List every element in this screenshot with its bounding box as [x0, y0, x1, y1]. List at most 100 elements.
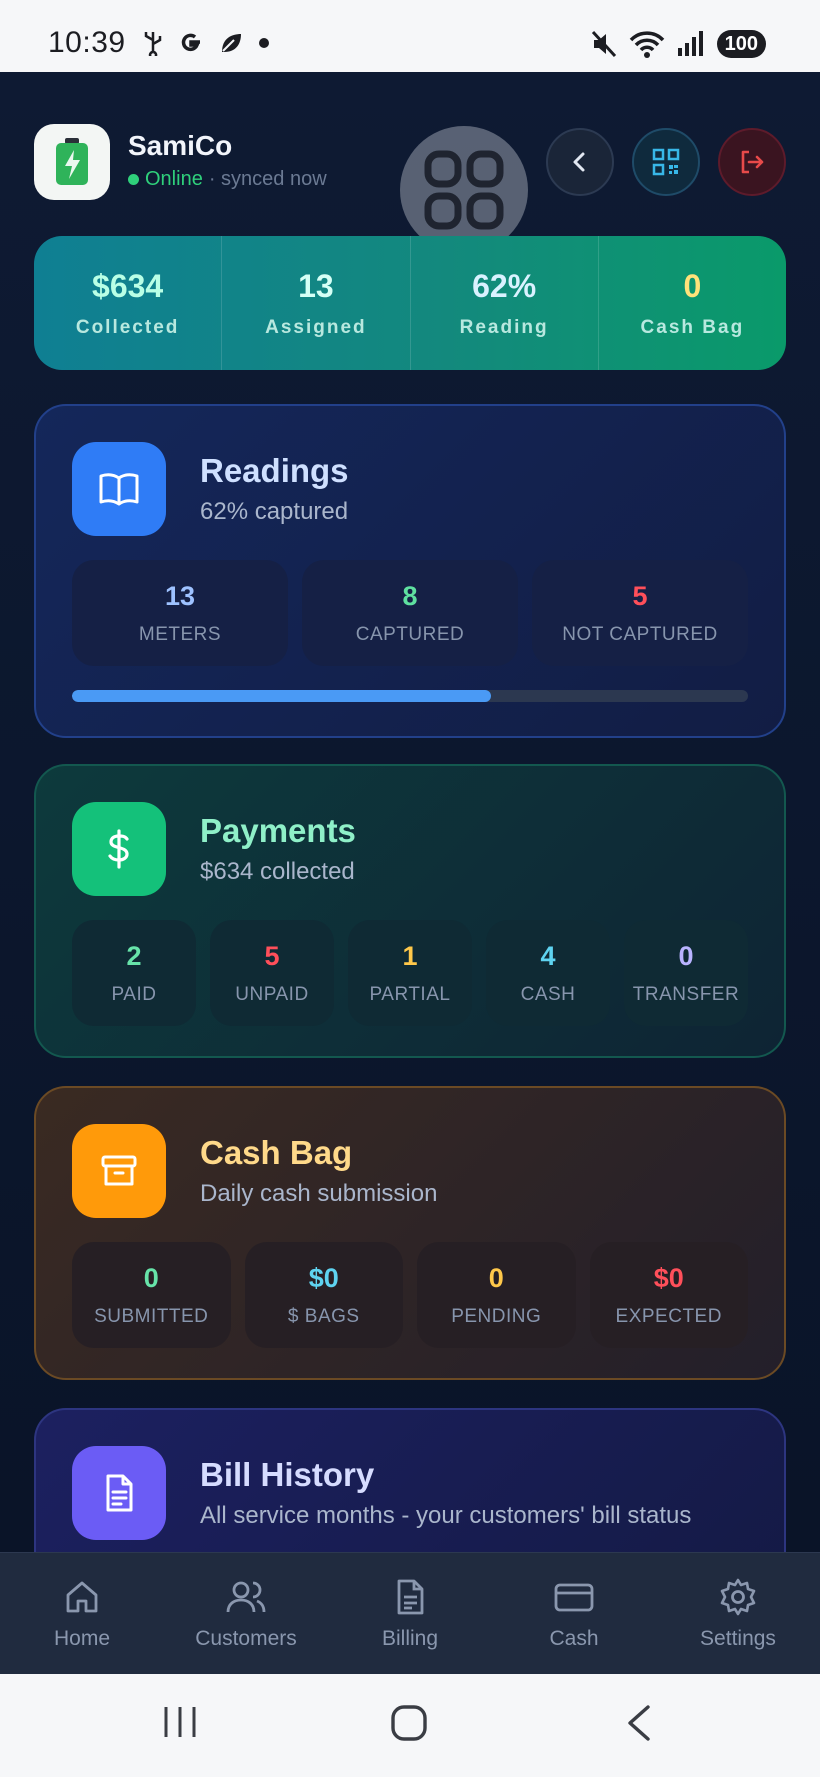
cashbag-stat-value: 0: [143, 1262, 159, 1293]
summary-label: Cash Bag: [640, 316, 745, 338]
summary-value: 13: [298, 267, 334, 304]
online-label: Online: [145, 168, 203, 190]
file-text-icon: [106, 1474, 133, 1512]
recents-button[interactable]: [162, 1704, 198, 1745]
back-arrow-icon: [628, 1705, 650, 1741]
bills-title: Bill History: [200, 1456, 375, 1493]
payments-stats: 2 PAID 5 UNPAID 1 PARTIAL 4 CASH 0 TRANSFER: [72, 920, 748, 1026]
summary-value: $634: [92, 267, 164, 304]
nav-customers[interactable]: Customers: [164, 1553, 328, 1674]
qr-scan-button[interactable]: [632, 128, 700, 196]
card-icon: [554, 1583, 594, 1611]
cashbag-stat-value: 0: [488, 1262, 504, 1293]
cashbag-title: Cash Bag: [200, 1134, 353, 1171]
nav-billing[interactable]: Billing: [328, 1553, 492, 1674]
readings-stat-tile[interactable]: 8 CAPTURED: [302, 560, 518, 666]
readings-stat-tile[interactable]: 5 NOT CAPTURED: [532, 560, 748, 666]
wifi-icon: [629, 31, 664, 58]
home-circle-icon: [391, 1705, 427, 1741]
readings-stat-value: 8: [402, 580, 418, 611]
payments-stat-tile[interactable]: 2 PAID: [72, 920, 196, 1026]
readings-icon-box: [72, 442, 166, 536]
payments-stat-label: TRANSFER: [632, 983, 740, 1005]
status-bar: 10:39 100: [0, 0, 820, 72]
google-icon: [181, 33, 200, 52]
payments-stat-tile[interactable]: 1 PARTIAL: [348, 920, 472, 1026]
mute-icon: [591, 30, 616, 58]
nav-cash-label: Cash: [549, 1626, 599, 1650]
payments-stat-value: 1: [402, 940, 418, 971]
cashbag-stat-tile[interactable]: $0 EXPECTED: [589, 1242, 748, 1348]
system-back-button[interactable]: [624, 1704, 654, 1747]
nav-settings[interactable]: Settings: [656, 1553, 820, 1674]
dollar-icon: [108, 829, 129, 869]
usb-icon: [144, 32, 162, 56]
logout-button[interactable]: [718, 128, 786, 196]
cashbag-stat-label: EXPECTED: [615, 1305, 722, 1327]
bills-subtitle: All service months - your customers' bil…: [200, 1502, 692, 1529]
bottom-navigation: Home Customers Billing Cash Settings: [0, 1552, 820, 1674]
nav-cash[interactable]: Cash: [492, 1553, 656, 1674]
readings-stat-label: METERS: [138, 623, 222, 645]
notification-icons: [142, 30, 270, 56]
readings-stat-value: 13: [164, 580, 196, 611]
readings-stat-value: 5: [632, 580, 648, 611]
summary-strip: $634 Collected 13 Assigned 62% Reading 0 Cash B…: [34, 236, 786, 370]
payments-stat-label: UNPAID: [235, 983, 309, 1005]
cashbag-stat-label: $ BAGS: [287, 1305, 360, 1327]
cashbag-stats: 0 SUBMITTED $0 $ BAGS 0 PENDING $0 EXPECTED: [72, 1242, 748, 1348]
synced-label: · synced now: [208, 168, 327, 190]
readings-stat-tile[interactable]: 13 METERS: [72, 560, 288, 666]
readings-stat-label: NOT CAPTURED: [562, 623, 718, 645]
system-icons: 100: [591, 30, 766, 58]
payments-stat-label: PARTIAL: [369, 983, 451, 1005]
cashbag-stat-tile[interactable]: $0 $ BAGS: [244, 1242, 403, 1348]
leaf-icon: [222, 34, 241, 52]
nav-home[interactable]: Home: [0, 1553, 164, 1674]
summary-cell[interactable]: 0 Cash Bag: [599, 236, 786, 370]
chevron-left-icon: [573, 152, 585, 172]
connection-status: Online · synced now: [128, 168, 327, 191]
payments-title: Payments: [200, 812, 356, 849]
bill-history-card[interactable]: Bill History All service months - your c…: [34, 1408, 786, 1552]
summary-value: 0: [683, 267, 702, 304]
dot-icon: [259, 38, 269, 48]
payments-stat-value: 5: [264, 940, 280, 971]
home-system-button[interactable]: [390, 1704, 428, 1747]
app-logo: [34, 124, 110, 200]
back-button[interactable]: [546, 128, 614, 196]
summary-label: Collected: [75, 316, 180, 338]
nav-customers-label: Customers: [195, 1626, 297, 1650]
readings-card[interactable]: Readings 62% captured 13 METERS 8 CAPTURED 5…: [34, 404, 786, 738]
cashbag-stat-tile[interactable]: 0 PENDING: [417, 1242, 576, 1348]
payments-stat-tile[interactable]: 0 TRANSFER: [624, 920, 748, 1026]
apps-grid-button[interactable]: [400, 126, 528, 254]
users-icon: [226, 1581, 266, 1612]
readings-subtitle: 62% captured: [200, 498, 349, 525]
cashbag-subtitle: Daily cash submission: [200, 1180, 438, 1207]
battery-charge-icon: [56, 138, 88, 185]
payments-stat-tile[interactable]: 5 UNPAID: [210, 920, 334, 1026]
nav-home-label: Home: [53, 1626, 111, 1650]
logout-icon: [741, 150, 764, 174]
readings-progress-fill: [72, 690, 492, 702]
nav-billing-label: Billing: [381, 1626, 439, 1650]
online-dot: [128, 174, 139, 185]
battery-indicator: 100: [716, 30, 766, 58]
book-open-icon: [99, 473, 139, 506]
summary-cell[interactable]: $634 Collected: [34, 236, 223, 370]
summary-label: Reading: [459, 316, 549, 338]
payments-stat-value: 0: [678, 940, 694, 971]
cashbag-stat-label: SUBMITTED: [94, 1305, 209, 1327]
summary-label: Assigned: [265, 316, 367, 338]
payments-card[interactable]: Payments $634 collected 2 PAID 5 UNPAID 1 PAR…: [34, 764, 786, 1058]
cashbag-card[interactable]: Cash Bag Daily cash submission 0 SUBMITTE…: [34, 1086, 786, 1380]
home-icon: [66, 1581, 98, 1612]
summary-cell[interactable]: 13 Assigned: [222, 236, 411, 370]
readings-title: Readings: [200, 452, 349, 489]
gear-icon: [720, 1578, 756, 1615]
cashbag-stat-tile[interactable]: 0 SUBMITTED: [72, 1242, 231, 1348]
cashbag-stat-value: $0: [653, 1262, 684, 1293]
summary-cell[interactable]: 62% Reading: [411, 236, 599, 370]
payments-stat-tile[interactable]: 4 CASH: [486, 920, 610, 1026]
